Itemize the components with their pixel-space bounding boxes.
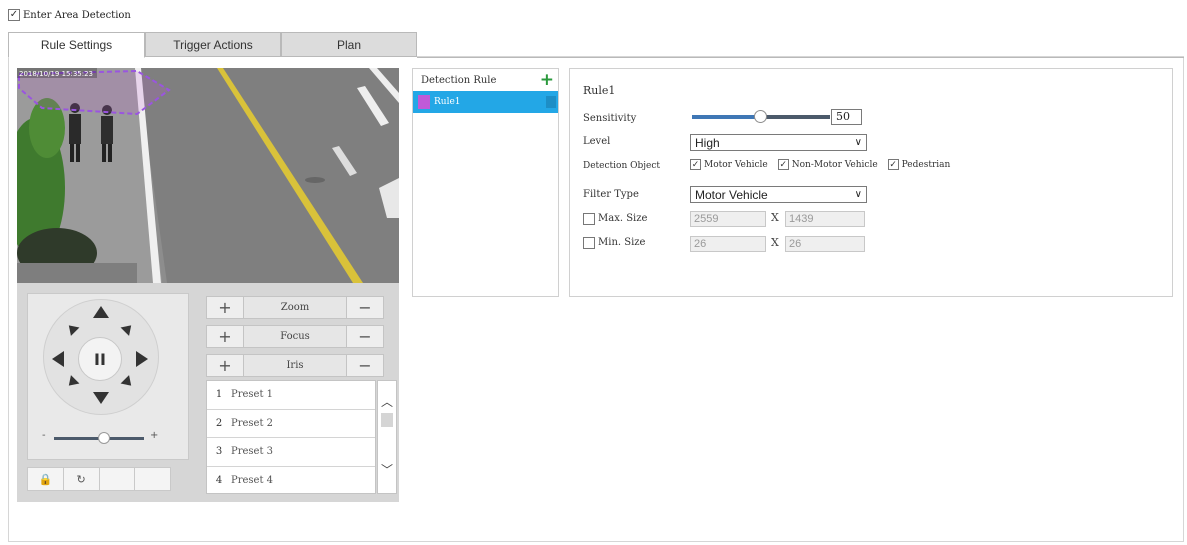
speed-minus-label: - <box>42 430 46 441</box>
lock-camera-icon[interactable]: 🔒 <box>28 468 64 490</box>
preset-item[interactable]: 2 Preset 2 <box>207 410 375 438</box>
rule-item[interactable]: Rule1 <box>413 91 558 113</box>
preset-item[interactable]: 1 Preset 1 <box>207 381 375 410</box>
tool-slot-4[interactable] <box>135 468 170 490</box>
detection-rule-header: Detection Rule <box>421 74 497 86</box>
zoom-control: + Zoom − <box>206 296 384 319</box>
max-size-label: Max. Size <box>598 213 648 224</box>
sensitivity-value-input[interactable]: 50 <box>831 109 862 125</box>
enable-checkbox[interactable]: ✓ <box>8 9 20 21</box>
preset-name: Preset 2 <box>231 417 274 429</box>
pedestrian-label: Pedestrian <box>901 159 951 170</box>
rule-settings-panel <box>569 68 1173 297</box>
tab-plan[interactable]: Plan <box>281 32 417 57</box>
preset-number: 3 <box>215 446 223 458</box>
max-width-input[interactable]: 2559 <box>690 211 766 227</box>
live-video[interactable]: 2018/10/19 15:35:23 <box>17 68 399 283</box>
video-scene: 2018/10/19 15:35:23 <box>17 68 399 283</box>
focus-label: Focus <box>243 326 347 347</box>
min-height-input[interactable]: 26 <box>785 236 865 252</box>
level-label: Level <box>583 136 611 147</box>
tab-baseline <box>417 57 1184 58</box>
level-select[interactable]: High ∨ <box>690 134 867 151</box>
ptz-speed-slider[interactable]: - + <box>42 430 162 444</box>
detection-object-options: ✓ Motor Vehicle ✓ Non-Motor Vehicle ✓ Pe… <box>690 159 950 170</box>
chevron-down-icon[interactable]: ﹀ <box>378 461 396 477</box>
preset-scrollbar[interactable]: ︿ ﹀ <box>377 380 397 494</box>
zoom-in-button[interactable]: + <box>207 297 243 318</box>
preset-list: 1 Preset 1 2 Preset 2 3 Preset 3 4 Prese… <box>206 380 376 494</box>
preset-number: 2 <box>215 417 223 429</box>
sensitivity-thumb[interactable] <box>754 110 767 123</box>
enable-label: Enter Area Detection <box>23 9 131 21</box>
chevron-down-icon: ∨ <box>854 189 862 200</box>
min-width-input[interactable]: 26 <box>690 236 766 252</box>
scroll-thumb[interactable] <box>381 413 393 427</box>
max-height-input[interactable]: 1439 <box>785 211 865 227</box>
pause-button[interactable]: II <box>78 337 122 381</box>
motor-vehicle-label: Motor Vehicle <box>704 159 768 170</box>
add-rule-icon[interactable]: + <box>540 72 554 89</box>
iris-open-button[interactable]: + <box>207 355 243 376</box>
delete-rule-icon[interactable] <box>546 96 556 108</box>
preset-name: Preset 1 <box>231 389 274 401</box>
iris-close-button[interactable]: − <box>347 355 383 376</box>
preset-name: Preset 4 <box>231 475 274 487</box>
sensitivity-label: Sensitivity <box>583 113 637 124</box>
preset-item[interactable]: 4 Preset 4 <box>207 467 375 496</box>
preset-item[interactable]: 3 Preset 3 <box>207 438 375 467</box>
iris-control: + Iris − <box>206 354 384 377</box>
rule-name: Rule1 <box>434 97 461 107</box>
detection-rule-panel: Detection Rule + Rule1 <box>412 68 559 297</box>
filter-type-label: Filter Type <box>583 189 639 200</box>
pedestrian-checkbox[interactable]: ✓ <box>887 159 899 170</box>
zoom-label: Zoom <box>243 297 347 318</box>
chevron-up-icon[interactable]: ︿ <box>378 393 396 409</box>
min-size-label: Min. Size <box>598 237 646 248</box>
left-arrow-icon[interactable] <box>52 351 64 367</box>
preset-number: 4 <box>215 475 223 487</box>
ptz-tools: 🔒 ↻ <box>27 467 171 491</box>
tab-rule-settings[interactable]: Rule Settings <box>8 32 145 58</box>
non-motor-vehicle-label: Non-Motor Vehicle <box>791 159 878 170</box>
zoom-out-button[interactable]: − <box>347 297 383 318</box>
preset-name: Preset 3 <box>231 446 274 458</box>
max-size-checkbox[interactable] <box>583 213 595 225</box>
tab-trigger-actions[interactable]: Trigger Actions <box>145 32 281 57</box>
enable-area-detection[interactable]: ✓ Enter Area Detection <box>8 9 131 21</box>
rule-title: Rule1 <box>583 84 616 97</box>
up-arrow-icon[interactable] <box>93 306 109 318</box>
filter-type-value: Motor Vehicle <box>695 187 768 202</box>
tool-slot-3[interactable] <box>100 468 136 490</box>
video-timestamp: 2018/10/19 15:35:23 <box>19 70 93 78</box>
focus-near-button[interactable]: + <box>207 326 243 347</box>
refresh-icon[interactable]: ↻ <box>64 468 100 490</box>
preset-number: 1 <box>215 389 223 401</box>
min-size-checkbox[interactable] <box>583 237 595 249</box>
min-size-separator: X <box>771 236 779 249</box>
filter-type-select[interactable]: Motor Vehicle ∨ <box>690 186 867 203</box>
focus-far-button[interactable]: − <box>347 326 383 347</box>
speed-thumb[interactable] <box>98 432 110 444</box>
motor-vehicle-checkbox[interactable]: ✓ <box>690 159 701 170</box>
detection-object-label: Detection Object <box>583 161 661 171</box>
focus-control: + Focus − <box>206 325 384 348</box>
speed-plus-label: + <box>150 430 159 441</box>
chevron-down-icon: ∨ <box>854 137 862 148</box>
iris-label: Iris <box>243 355 347 376</box>
rule-color-swatch[interactable] <box>418 95 430 109</box>
right-arrow-icon[interactable] <box>136 351 148 367</box>
max-size-separator: X <box>771 211 779 224</box>
down-arrow-icon[interactable] <box>93 392 109 404</box>
level-value: High <box>695 135 720 150</box>
non-motor-vehicle-checkbox[interactable]: ✓ <box>777 159 789 170</box>
